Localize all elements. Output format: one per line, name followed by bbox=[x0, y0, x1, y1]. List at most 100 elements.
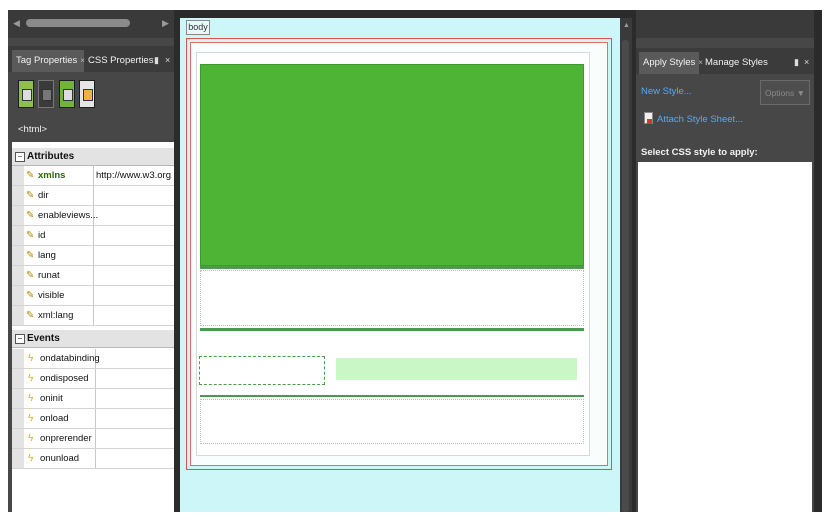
options-button[interactable]: Options ▼ bbox=[760, 80, 810, 105]
scroll-left-icon[interactable]: ◀ bbox=[13, 18, 20, 28]
tab-apply-styles[interactable]: Apply Styles × bbox=[639, 52, 703, 74]
event-row[interactable]: ϟ onprerender bbox=[12, 429, 174, 449]
show-set-properties-button[interactable] bbox=[59, 80, 75, 108]
property-row[interactable]: ✎ visible bbox=[12, 286, 174, 306]
header-div[interactable] bbox=[200, 64, 584, 266]
footer-div[interactable] bbox=[200, 399, 584, 444]
event-name-cell[interactable]: ϟ ondisposed bbox=[26, 369, 96, 388]
pin-icon[interactable]: ▮ bbox=[154, 55, 159, 66]
tab-css-properties[interactable]: CSS Properties bbox=[88, 50, 153, 72]
tag-properties-panel: ◀ ▶ Tag Properties × CSS Properties ▮ × <… bbox=[8, 10, 174, 512]
body-tag-selector[interactable]: body bbox=[186, 20, 210, 35]
top-scrollbar[interactable]: ◀ ▶ bbox=[8, 10, 174, 38]
event-row[interactable]: ϟ ondisposed bbox=[12, 369, 174, 389]
property-name: dir bbox=[38, 190, 49, 201]
event-row[interactable]: ϟ onload bbox=[12, 409, 174, 429]
content-div[interactable] bbox=[200, 270, 584, 326]
pin-icon[interactable]: ▮ bbox=[794, 57, 799, 68]
property-value[interactable]: http://www.w3.org... bbox=[96, 170, 172, 181]
close-panel-icon[interactable]: × bbox=[804, 57, 809, 67]
property-name-cell[interactable]: ✎ lang bbox=[24, 246, 94, 265]
property-row[interactable]: ✎ xml:lang bbox=[12, 306, 174, 326]
tab-label: Tag Properties bbox=[16, 55, 78, 66]
lightning-icon: ϟ bbox=[28, 453, 34, 464]
property-name: runat bbox=[38, 270, 60, 281]
row-gutter bbox=[12, 246, 24, 265]
event-name-cell[interactable]: ϟ onprerender bbox=[26, 429, 96, 448]
event-name-cell[interactable]: ϟ onload bbox=[26, 409, 96, 428]
property-icon: ✎ bbox=[26, 170, 35, 181]
tab-label: CSS Properties bbox=[88, 55, 154, 66]
property-icon: ✎ bbox=[26, 190, 35, 201]
attach-stylesheet-icon[interactable] bbox=[644, 112, 653, 124]
event-name-cell[interactable]: ϟ oninit bbox=[26, 389, 96, 408]
design-view-scrollbar[interactable]: ▲ bbox=[620, 18, 632, 512]
nav-div[interactable] bbox=[336, 358, 577, 380]
collapse-icon[interactable]: − bbox=[15, 152, 25, 162]
property-row[interactable]: ✎ xmlns http://www.w3.org... bbox=[12, 166, 174, 186]
property-row[interactable]: ✎ runat bbox=[12, 266, 174, 286]
property-name-cell[interactable]: ✎ dir bbox=[24, 186, 94, 205]
dropdown-arrow-icon: ▼ bbox=[796, 88, 806, 98]
row-gutter bbox=[12, 429, 24, 448]
event-name-cell[interactable]: ϟ ondatabinding bbox=[26, 349, 100, 368]
collapse-icon[interactable]: − bbox=[15, 334, 25, 344]
event-name: ondisposed bbox=[40, 373, 89, 384]
event-name-cell[interactable]: ϟ onunload bbox=[26, 449, 96, 468]
options-label: Options bbox=[764, 88, 795, 98]
alphabetical-view-button[interactable] bbox=[38, 80, 54, 108]
apply-styles-panel: Apply Styles × Manage Styles ▮ × New Styl… bbox=[636, 10, 814, 512]
properties-toolbar: <html> bbox=[8, 72, 174, 144]
property-pages-button[interactable] bbox=[79, 80, 95, 108]
property-icon: ✎ bbox=[26, 290, 35, 301]
right-tab-bar: Apply Styles × Manage Styles ▮ × bbox=[636, 48, 814, 74]
property-row[interactable]: ✎ lang bbox=[12, 246, 174, 266]
scrollbar-thumb[interactable] bbox=[622, 40, 629, 512]
property-name-cell[interactable]: ✎ visible bbox=[24, 286, 94, 305]
row-gutter bbox=[12, 286, 24, 305]
footer-top-border bbox=[200, 395, 584, 397]
event-row[interactable]: ϟ onunload bbox=[12, 449, 174, 469]
lightning-icon: ϟ bbox=[28, 433, 34, 444]
property-name: enableviews... bbox=[38, 210, 99, 221]
row-gutter bbox=[12, 389, 24, 408]
header-bottom-border bbox=[200, 266, 584, 269]
close-icon[interactable]: × bbox=[698, 58, 703, 67]
property-name: xml:lang bbox=[38, 310, 74, 321]
category-events[interactable]: − Events bbox=[12, 330, 174, 348]
property-name-cell[interactable]: ✎ xmlns bbox=[24, 166, 94, 185]
sidebar-div[interactable] bbox=[199, 356, 325, 385]
property-pages-icon bbox=[83, 89, 93, 101]
scroll-up-icon[interactable]: ▲ bbox=[623, 22, 630, 29]
event-name: ondatabinding bbox=[40, 353, 100, 364]
scrollbar-thumb[interactable] bbox=[26, 19, 130, 27]
event-row[interactable]: ϟ ondatabinding bbox=[12, 349, 174, 369]
property-row[interactable]: ✎ id bbox=[12, 226, 174, 246]
property-name-cell[interactable]: ✎ xml:lang bbox=[24, 306, 94, 325]
attach-style-sheet-link[interactable]: Attach Style Sheet... bbox=[657, 114, 743, 125]
property-icon: ✎ bbox=[26, 210, 35, 221]
select-style-label: Select CSS style to apply: bbox=[641, 147, 758, 158]
row-gutter bbox=[12, 206, 24, 225]
tab-label: Apply Styles bbox=[643, 57, 696, 68]
event-row[interactable]: ϟ oninit bbox=[12, 389, 174, 409]
css-style-list[interactable] bbox=[638, 162, 812, 512]
close-panel-icon[interactable]: × bbox=[165, 55, 170, 65]
tab-tag-properties[interactable]: Tag Properties × bbox=[12, 50, 85, 72]
new-style-link[interactable]: New Style... bbox=[641, 86, 692, 97]
set-properties-icon bbox=[63, 89, 73, 101]
property-icon: ✎ bbox=[26, 250, 35, 261]
category-attributes[interactable]: − Attributes bbox=[12, 148, 174, 166]
alphabetical-icon bbox=[42, 89, 52, 101]
categorized-view-button[interactable] bbox=[18, 80, 34, 108]
scroll-right-icon[interactable]: ▶ bbox=[162, 18, 169, 28]
tab-manage-styles[interactable]: Manage Styles bbox=[705, 52, 768, 74]
close-icon[interactable]: × bbox=[80, 56, 85, 65]
row-gutter bbox=[12, 226, 24, 245]
property-name-cell[interactable]: ✎ enableviews... bbox=[24, 206, 98, 225]
property-row[interactable]: ✎ dir bbox=[12, 186, 174, 206]
property-icon: ✎ bbox=[26, 230, 35, 241]
property-name-cell[interactable]: ✎ id bbox=[24, 226, 94, 245]
property-row[interactable]: ✎ enableviews... bbox=[12, 206, 174, 226]
property-name-cell[interactable]: ✎ runat bbox=[24, 266, 94, 285]
